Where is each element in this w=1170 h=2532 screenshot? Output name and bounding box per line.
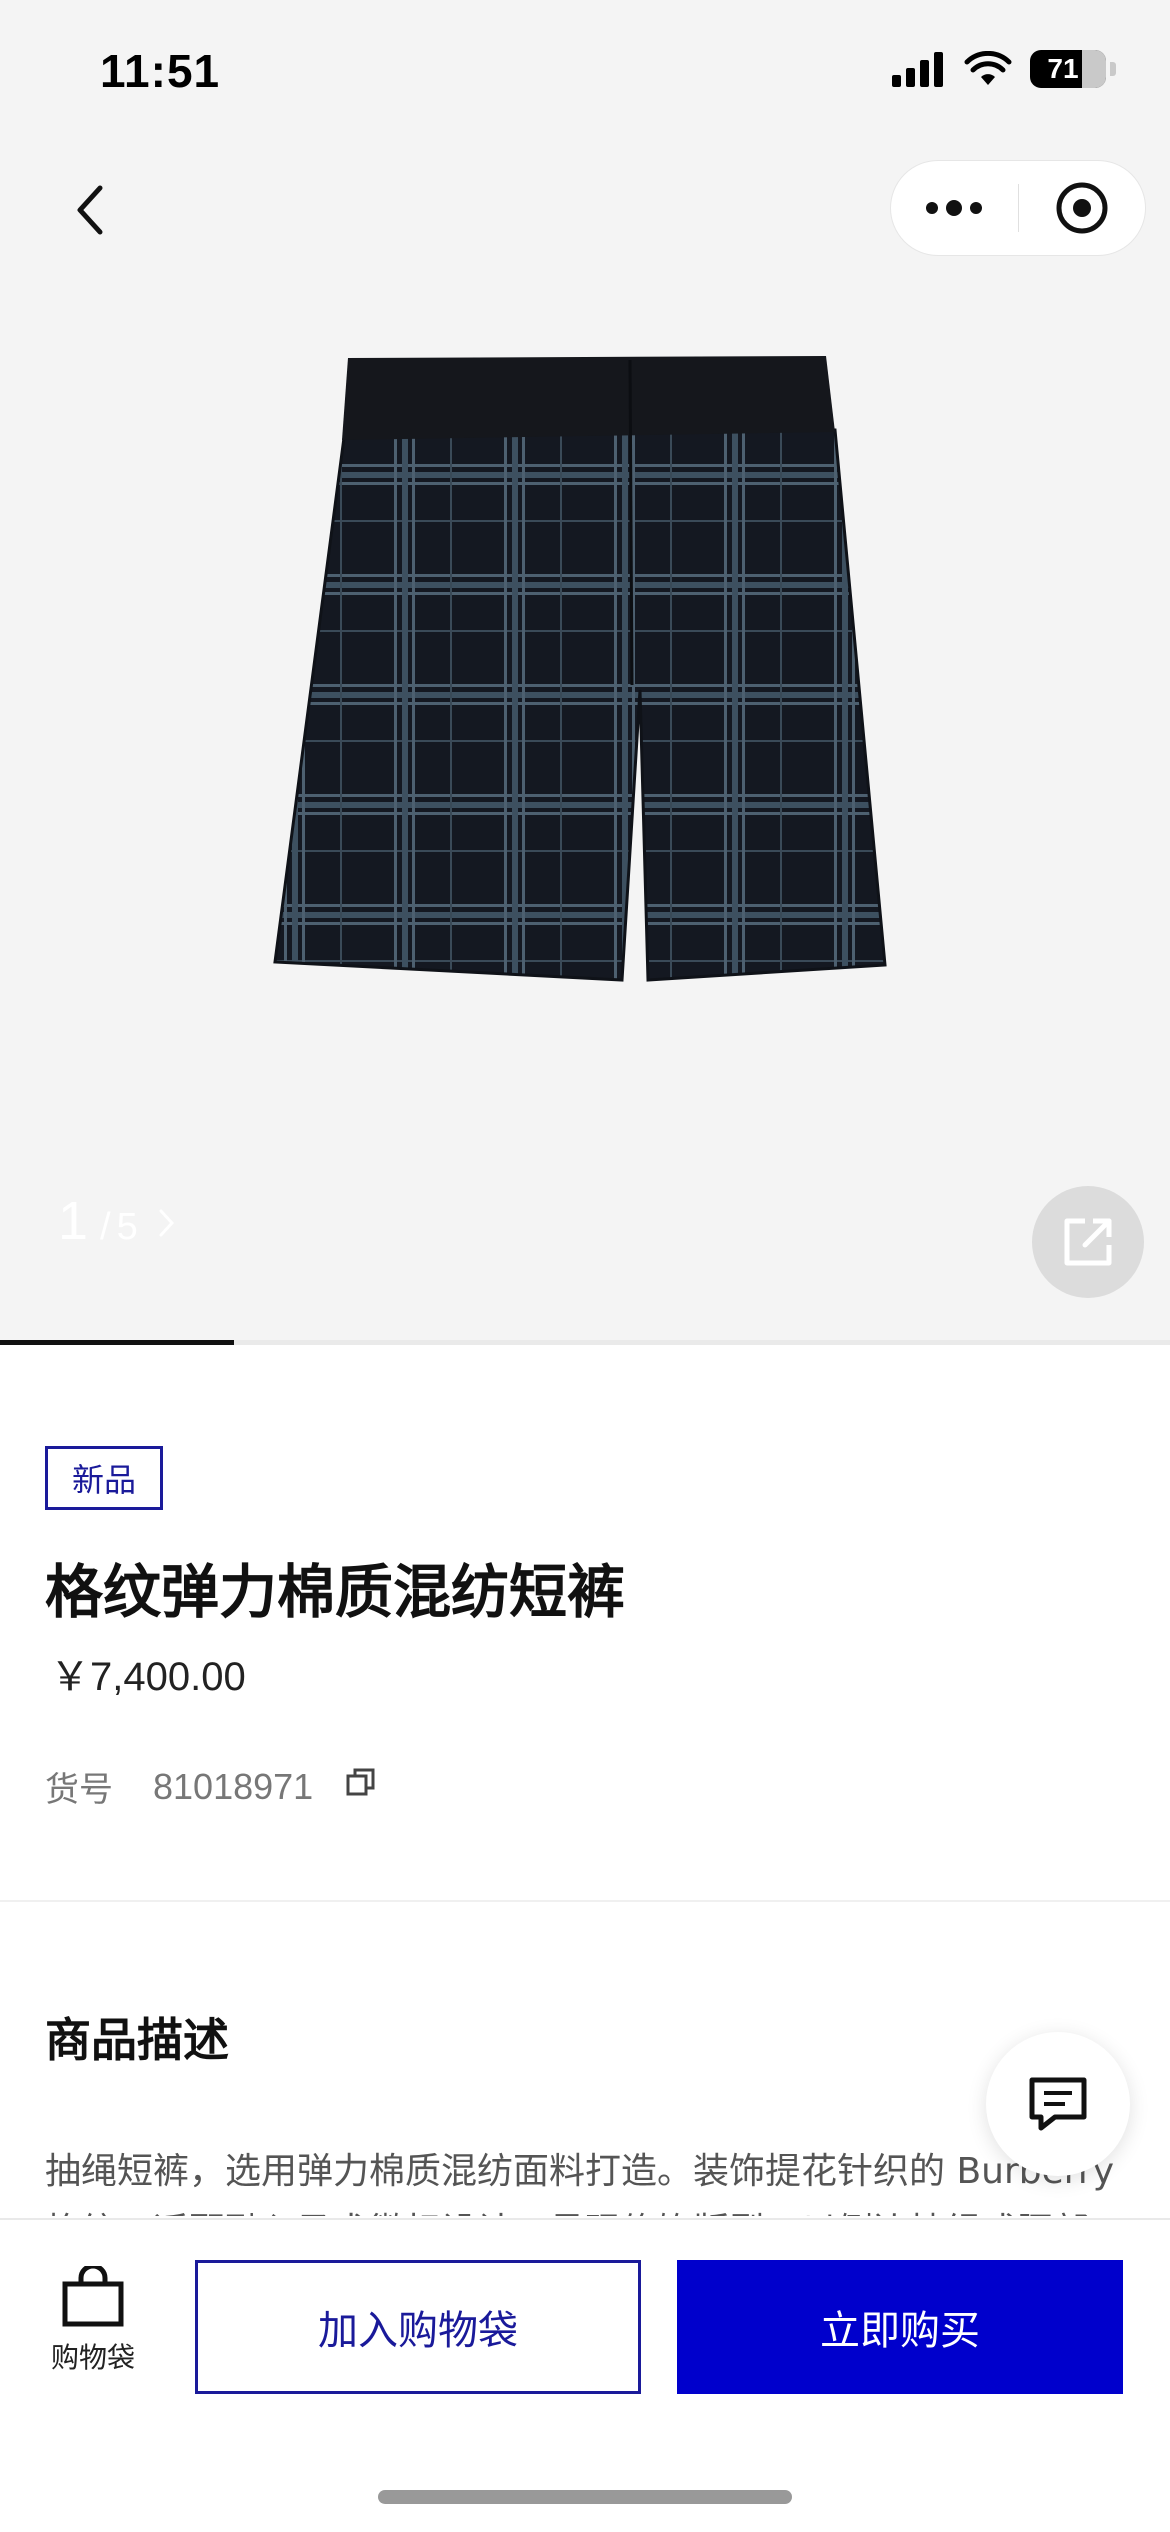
copy-icon xyxy=(346,1768,375,1796)
chevron-left-icon xyxy=(77,185,103,235)
bag-icon xyxy=(62,2266,124,2327)
battery-level: 71 xyxy=(1047,53,1079,84)
sku-label: 货号 xyxy=(45,1770,113,1810)
gallery-progress xyxy=(0,1340,1170,1345)
gallery-progress-fill xyxy=(0,1340,234,1345)
chat-icon xyxy=(1029,2077,1087,2131)
status-bar: 11:51 71 xyxy=(0,0,1170,140)
more-icon xyxy=(926,200,983,216)
pager-total: 5 xyxy=(116,1206,138,1248)
product-gallery[interactable]: 1 / 5 xyxy=(0,140,1170,1345)
description-text: 抽绳短裤，选用弹力棉质混纺面料打造。装饰提花针织的 Burberry 格纹，适配… xyxy=(45,2151,1114,2216)
status-icons: 71 xyxy=(892,50,1116,88)
description-heading: 商品描述 xyxy=(45,2013,229,2067)
copy-sku-button[interactable] xyxy=(345,1766,377,1807)
close-miniprogram-button[interactable] xyxy=(1019,161,1146,255)
share-button[interactable] xyxy=(1032,1186,1144,1298)
shopping-bag-button[interactable]: 购物袋 xyxy=(40,2266,146,2376)
battery-indicator: 71 xyxy=(1030,50,1106,88)
target-icon xyxy=(1056,182,1108,234)
sku-row: 货号 81018971 xyxy=(45,1762,377,1811)
miniprogram-capsule xyxy=(890,160,1146,256)
new-badge: 新品 xyxy=(45,1446,164,1510)
product-title: 格纹弹力棉质混纺短裤 xyxy=(45,1558,626,1626)
gallery-pager: 1 / 5 xyxy=(58,1190,176,1252)
sku-value: 81018971 xyxy=(153,1765,314,1807)
pager-separator: / xyxy=(100,1206,111,1248)
product-price: ￥7,400.00 xyxy=(50,1655,246,1699)
shopping-bag-label: 购物袋 xyxy=(50,2341,135,2374)
product-image xyxy=(273,356,887,982)
wifi-icon xyxy=(964,51,1012,85)
buy-now-button[interactable]: 立即购买 xyxy=(677,2260,1123,2394)
back-button[interactable] xyxy=(60,170,120,250)
add-to-bag-button[interactable]: 加入购物袋 xyxy=(195,2260,641,2394)
divider xyxy=(0,1900,1170,1902)
bottom-action-bar: 购物袋 加入购物袋 立即购买 xyxy=(0,2218,1170,2532)
customer-service-button[interactable] xyxy=(986,2032,1130,2176)
chevron-right-icon xyxy=(156,1206,176,1248)
more-button[interactable] xyxy=(891,161,1018,255)
share-icon xyxy=(1064,1218,1112,1266)
pager-current: 1 xyxy=(58,1191,89,1251)
signal-icon xyxy=(892,52,943,87)
status-time: 11:51 xyxy=(100,45,221,97)
home-indicator xyxy=(378,2490,792,2504)
